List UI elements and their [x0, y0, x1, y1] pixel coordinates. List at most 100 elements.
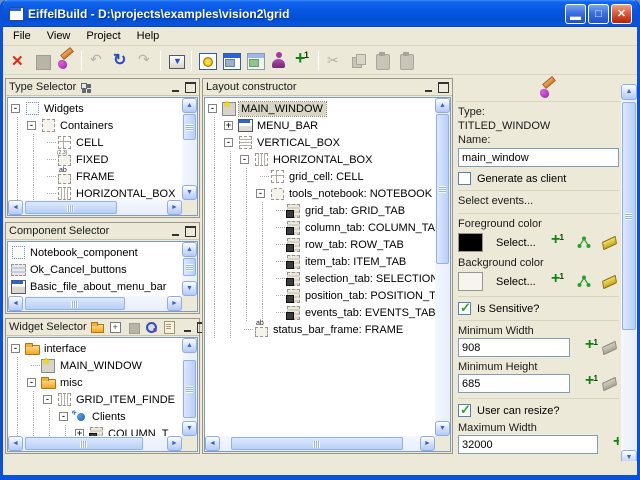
export-button[interactable] [164, 49, 188, 73]
collapse-toggle[interactable]: - [11, 104, 20, 113]
tree-row[interactable]: -Containers [8, 117, 197, 134]
tree-row[interactable]: events_tab: EVENTS_TAB [205, 304, 450, 321]
scroll-up-icon[interactable]: ▲ [182, 338, 197, 353]
tree-row[interactable]: -GRID_ITEM_FINDE [8, 391, 197, 408]
window-preview-button[interactable] [219, 49, 243, 73]
list-item[interactable]: Basic_file_about_menu_bar [8, 278, 197, 295]
tree-row[interactable]: -HORIZONTAL_BOX [205, 151, 450, 168]
scroll-up-icon[interactable]: ▲ [621, 84, 637, 100]
delete-button[interactable] [6, 49, 30, 73]
tree-row[interactable]: -MAIN_WINDOW [205, 100, 450, 117]
maximize-button[interactable]: □ [588, 4, 609, 24]
collapse-toggle[interactable]: - [224, 138, 233, 147]
foreground-select-button[interactable]: Select... [493, 236, 539, 250]
panel-titlebar[interactable]: Widget Selector [6, 319, 199, 336]
add-one-button[interactable] [291, 49, 315, 73]
tree-row[interactable]: -Widgets [8, 100, 197, 117]
plus-one-icon[interactable] [550, 235, 566, 250]
scroll-right-icon[interactable]: ► [420, 436, 435, 451]
collapse-toggle[interactable]: - [43, 395, 52, 404]
panel-titlebar[interactable]: Component Selector [6, 223, 199, 240]
horizontal-scrollbar[interactable]: ◄ ► [8, 200, 182, 215]
scroll-down-icon[interactable]: ▼ [182, 185, 197, 200]
collapse-toggle[interactable]: - [59, 412, 68, 421]
square-icon[interactable] [126, 320, 141, 334]
expand-toggle[interactable]: + [224, 121, 233, 130]
tree-row[interactable]: grid_tab: GRID_TAB [205, 202, 450, 219]
panel-titlebar[interactable]: Type Selector [6, 79, 199, 96]
tree-row[interactable]: +MENU_BAR [205, 117, 450, 134]
tree-row[interactable]: -misc [8, 374, 197, 391]
plus-one-icon[interactable] [584, 376, 600, 391]
tree-row[interactable]: column_tab: COLUMN_TA [205, 219, 450, 236]
collapse-toggle[interactable]: - [208, 104, 217, 113]
list-item[interactable]: Notebook_component [8, 244, 197, 261]
window-preview-2-button[interactable] [243, 49, 267, 73]
horizontal-scrollbar[interactable]: ◄ ► [8, 296, 182, 311]
background-swatch[interactable] [458, 272, 483, 291]
inherit-icon[interactable] [577, 275, 591, 288]
component-doc-icon[interactable] [162, 320, 177, 334]
scrollbar-thumb[interactable] [25, 297, 125, 310]
scroll-left-icon[interactable]: ◄ [8, 296, 23, 311]
scroll-up-icon[interactable]: ▲ [182, 98, 197, 113]
menu-help[interactable]: Help [129, 28, 168, 44]
scrollbar-thumb[interactable] [231, 437, 403, 450]
scrollbar-thumb[interactable] [436, 114, 449, 264]
scroll-left-icon[interactable]: ◄ [205, 436, 220, 451]
panel-minimize-icon[interactable] [171, 82, 182, 93]
foreground-swatch[interactable] [458, 233, 483, 252]
scrollbar-thumb[interactable] [622, 102, 636, 330]
settings-window-button[interactable] [195, 49, 219, 73]
panel-maximize-icon[interactable] [438, 82, 449, 93]
list-item[interactable]: Ok_Cancel_buttons [8, 261, 197, 278]
refresh-button[interactable] [109, 49, 133, 73]
vertical-scrollbar[interactable]: ▲ ▼ [435, 98, 450, 436]
maximum-width-input[interactable] [458, 435, 598, 454]
tree-row[interactable]: -Clients [8, 408, 197, 425]
tree-row[interactable]: MAIN_WINDOW [8, 357, 197, 374]
collapse-toggle[interactable]: - [240, 155, 249, 164]
search-icon[interactable] [144, 320, 159, 334]
tree-row[interactable]: CELL [8, 134, 197, 151]
tree-row[interactable]: item_tab: ITEM_TAB [205, 253, 450, 270]
is-sensitive-checkbox[interactable] [458, 302, 471, 315]
tree-row[interactable]: position_tab: POSITION_T [205, 287, 450, 304]
tree-row[interactable]: FRAME [8, 168, 197, 185]
vertical-scrollbar[interactable]: ▲ ▼ [182, 242, 197, 296]
collapse-toggle[interactable]: - [256, 189, 265, 198]
background-select-button[interactable]: Select... [493, 275, 539, 289]
title-bar[interactable]: EiffelBuild - D:\projects\examples\visio… [3, 0, 637, 27]
collapse-toggle[interactable]: - [27, 121, 36, 130]
scroll-right-icon[interactable]: ► [167, 296, 182, 311]
panel-titlebar[interactable]: Layout constructor [203, 79, 452, 96]
menu-file[interactable]: File [5, 28, 39, 44]
scroll-left-icon[interactable]: ◄ [8, 200, 23, 215]
vertical-scrollbar[interactable]: ▲ ▼ [621, 84, 637, 466]
tree-row[interactable]: status_bar_frame: FRAME [205, 321, 450, 338]
generate-as-client-checkbox[interactable] [458, 172, 471, 185]
plus-one-icon[interactable] [584, 340, 600, 355]
vertical-scrollbar[interactable]: ▲ ▼ [182, 338, 197, 436]
select-events-button[interactable]: Select events... [458, 195, 619, 207]
scroll-up-icon[interactable]: ▲ [182, 242, 197, 257]
panel-maximize-icon[interactable] [185, 82, 196, 93]
horizontal-scrollbar[interactable]: ◄ ► [205, 436, 435, 451]
paint-button[interactable] [54, 49, 78, 73]
scrollbar-thumb[interactable] [183, 360, 196, 418]
user-can-resize-checkbox[interactable] [458, 404, 471, 417]
scrollbar-thumb[interactable] [183, 258, 196, 276]
scroll-up-icon[interactable]: ▲ [435, 98, 450, 113]
collapse-toggle[interactable]: - [27, 378, 36, 387]
eraser-icon[interactable] [602, 274, 617, 288]
close-button[interactable]: ✕ [611, 4, 632, 24]
inherit-icon[interactable] [577, 236, 591, 249]
eraser-icon[interactable] [602, 235, 617, 249]
folder-icon[interactable] [90, 320, 105, 334]
panel-minimize-icon[interactable] [171, 226, 182, 237]
scroll-down-icon[interactable]: ▼ [182, 281, 197, 296]
minimize-button[interactable]: ▬ [565, 4, 586, 24]
scroll-down-icon[interactable]: ▼ [435, 421, 450, 436]
tree-row[interactable]: row_tab: ROW_TAB [205, 236, 450, 253]
minimum-width-input[interactable] [458, 338, 570, 357]
